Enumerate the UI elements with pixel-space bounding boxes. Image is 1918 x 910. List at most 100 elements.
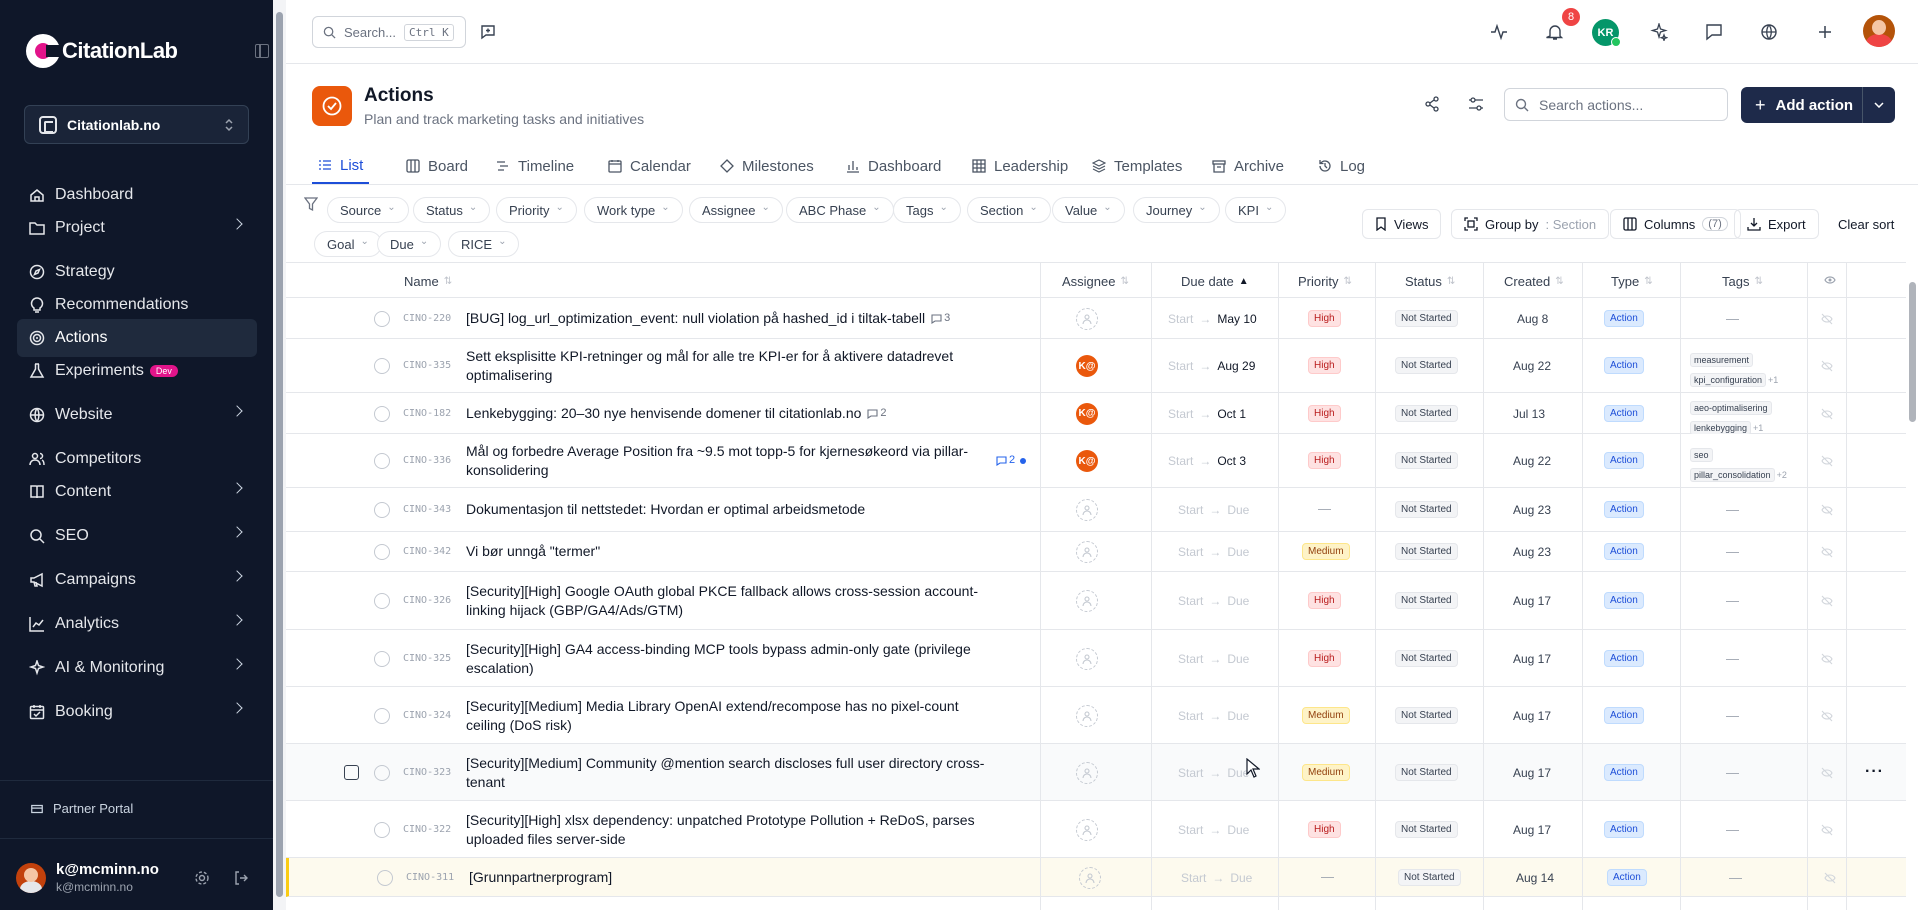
status-cell[interactable]: Not Started (1395, 706, 1458, 724)
complete-toggle[interactable] (374, 764, 390, 781)
table-row[interactable]: CINO-343 Dokumentasjon til nettstedet: Hv… (286, 488, 1906, 532)
tab-dashboard[interactable]: Dashboard (846, 148, 941, 184)
due-date-cell[interactable]: Start → Oct 3 (1168, 454, 1246, 468)
table-row[interactable]: CINO-325 [Security][High] GA4 access-bind… (286, 630, 1906, 687)
column-header-assignee[interactable]: Assignee ⇅ (1062, 274, 1129, 289)
priority-cell[interactable]: High (1308, 452, 1341, 469)
status-cell[interactable]: Not Started (1395, 357, 1458, 374)
add-action-button[interactable]: + Add action (1741, 87, 1895, 123)
sparkles-icon[interactable] (1650, 23, 1668, 41)
priority-cell[interactable]: High (1308, 404, 1341, 422)
tags-cell[interactable]: — (1726, 593, 1739, 608)
column-header-type[interactable]: Type ⇅ (1611, 274, 1653, 289)
tags-cell[interactable]: aeo-optimalisering lenkebygging +1 (1690, 398, 1772, 435)
logo[interactable]: CitationLab (26, 34, 178, 68)
priority-cell[interactable]: High (1308, 649, 1341, 667)
filter-chip-tags[interactable]: Tags ⌄ (893, 197, 961, 223)
tags-cell[interactable]: measurement kpi_configuration +1 (1690, 350, 1778, 387)
row-name[interactable]: Dokumentasjon til nettstedet: Hvordan er… (466, 500, 986, 519)
complete-toggle[interactable] (374, 650, 390, 667)
sidebar-item-project[interactable]: Project (17, 209, 257, 247)
column-header-tags[interactable]: Tags ⇅ (1722, 274, 1763, 289)
group-by-button[interactable]: Group by : Section (1451, 209, 1610, 239)
tags-cell[interactable]: — (1729, 870, 1742, 885)
assignee-cell[interactable]: K@ (1076, 355, 1098, 377)
row-name[interactable]: [Security][High] xlsx dependency: unpatc… (466, 811, 986, 849)
views-button[interactable]: Views (1362, 209, 1442, 239)
visibility-column-icon[interactable] (1824, 275, 1836, 285)
assignee-cell[interactable]: K@ (1076, 450, 1098, 472)
priority-cell[interactable]: Medium (1302, 543, 1350, 560)
tags-cell[interactable]: seo pillar_consolidation +2 (1690, 445, 1787, 482)
priority-cell[interactable]: High (1308, 820, 1341, 838)
columns-button[interactable]: Columns (7) (1610, 209, 1741, 239)
type-cell[interactable]: Action (1604, 309, 1644, 327)
table-row[interactable]: CINO-182 Lenkebygging: 20–30 nye henvisen… (286, 393, 1906, 435)
status-cell[interactable]: Not Started (1395, 649, 1458, 667)
tags-cell[interactable]: — (1726, 311, 1739, 326)
tab-calendar[interactable]: Calendar (608, 148, 691, 184)
tags-cell[interactable]: — (1726, 822, 1739, 837)
globe-icon[interactable] (1760, 23, 1778, 41)
due-date-cell[interactable]: Start → Due (1178, 594, 1249, 608)
assignee-cell[interactable] (1076, 499, 1098, 521)
type-cell[interactable]: Action (1604, 543, 1644, 560)
add-action-dropdown[interactable] (1863, 102, 1895, 108)
status-cell[interactable]: Not Started (1395, 543, 1458, 560)
eye-off-icon[interactable] (1821, 360, 1833, 372)
type-cell[interactable]: Action (1604, 592, 1644, 609)
sidebar-item-analytics[interactable]: Analytics (17, 605, 257, 643)
share-icon[interactable] (1424, 96, 1440, 112)
tags-cell[interactable]: — (1726, 765, 1739, 780)
filter-icon[interactable] (304, 197, 318, 212)
complete-toggle[interactable] (377, 869, 393, 886)
row-name[interactable]: Lenkebygging: 20–30 nye henvisende domen… (466, 404, 986, 424)
complete-toggle[interactable] (374, 544, 390, 560)
eye-off-icon[interactable] (1821, 595, 1833, 607)
status-cell[interactable]: Not Started (1395, 820, 1458, 838)
due-date-cell[interactable]: Start → Aug 29 (1168, 359, 1255, 373)
complete-toggle[interactable] (374, 358, 390, 374)
filter-chip-kpi[interactable]: KPI ⌄ (1225, 197, 1287, 223)
due-date-cell[interactable]: Start → Due (1178, 766, 1249, 780)
plus-icon[interactable] (1816, 23, 1834, 41)
eye-off-icon[interactable] (1821, 455, 1833, 467)
eye-off-icon[interactable] (1821, 313, 1833, 325)
type-cell[interactable]: Action (1604, 649, 1644, 667)
tab-archive[interactable]: Archive (1212, 148, 1284, 184)
column-header-priority[interactable]: Priority ⇅ (1298, 274, 1352, 289)
assignee-cell[interactable] (1076, 704, 1098, 727)
complete-toggle[interactable] (374, 821, 390, 838)
filter-chip-due[interactable]: Due ⌄ (377, 231, 442, 257)
table-row[interactable]: CINO-323 [Security][Medium] Community @me… (286, 744, 1906, 801)
due-date-cell[interactable]: Start → Due (1181, 871, 1252, 885)
gear-icon[interactable] (194, 870, 210, 886)
column-header-status[interactable]: Status ⇅ (1405, 274, 1455, 289)
eye-off-icon[interactable] (1821, 546, 1833, 558)
user-menu[interactable]: k@mcminn.no k@mcminn.no (16, 861, 159, 894)
table-row[interactable]: CINO-342 Vi bør unngå "termer" Start → Due Me… (286, 532, 1906, 572)
sidebar-item-ai-monitoring[interactable]: AI & Monitoring (17, 649, 257, 687)
due-date-cell[interactable]: Start → Due (1178, 823, 1249, 837)
export-button[interactable]: Export (1734, 209, 1819, 239)
filter-chip-value[interactable]: Value ⌄ (1052, 197, 1125, 223)
sidebar-scrollbar[interactable] (273, 0, 286, 910)
due-date-cell[interactable]: Start → Due (1178, 503, 1249, 517)
assignee-cell[interactable] (1076, 590, 1098, 612)
assignee-cell[interactable] (1076, 307, 1098, 330)
partner-portal-link[interactable]: Partner Portal (30, 801, 133, 816)
due-date-cell[interactable]: Start → Due (1178, 709, 1249, 723)
row-name[interactable]: Mål og forbedre Average Position fra ~9.… (466, 442, 1027, 480)
type-cell[interactable]: Action (1604, 820, 1644, 838)
due-date-cell[interactable]: Start → May 10 (1168, 312, 1257, 326)
tab-templates[interactable]: Templates (1092, 148, 1182, 184)
tags-cell[interactable]: — (1726, 544, 1739, 559)
complete-toggle[interactable] (374, 453, 390, 469)
comment-count[interactable]: 3 (931, 309, 950, 328)
sidebar-item-seo[interactable]: SEO (17, 517, 257, 555)
assignee-cell[interactable] (1076, 818, 1098, 841)
project-selector[interactable]: Citationlab.no (24, 105, 249, 144)
column-header-due-date[interactable]: Due date ▲ (1181, 274, 1249, 289)
sidebar-item-experiments[interactable]: Experiments Dev (17, 352, 257, 390)
status-cell[interactable]: Not Started (1395, 309, 1458, 327)
